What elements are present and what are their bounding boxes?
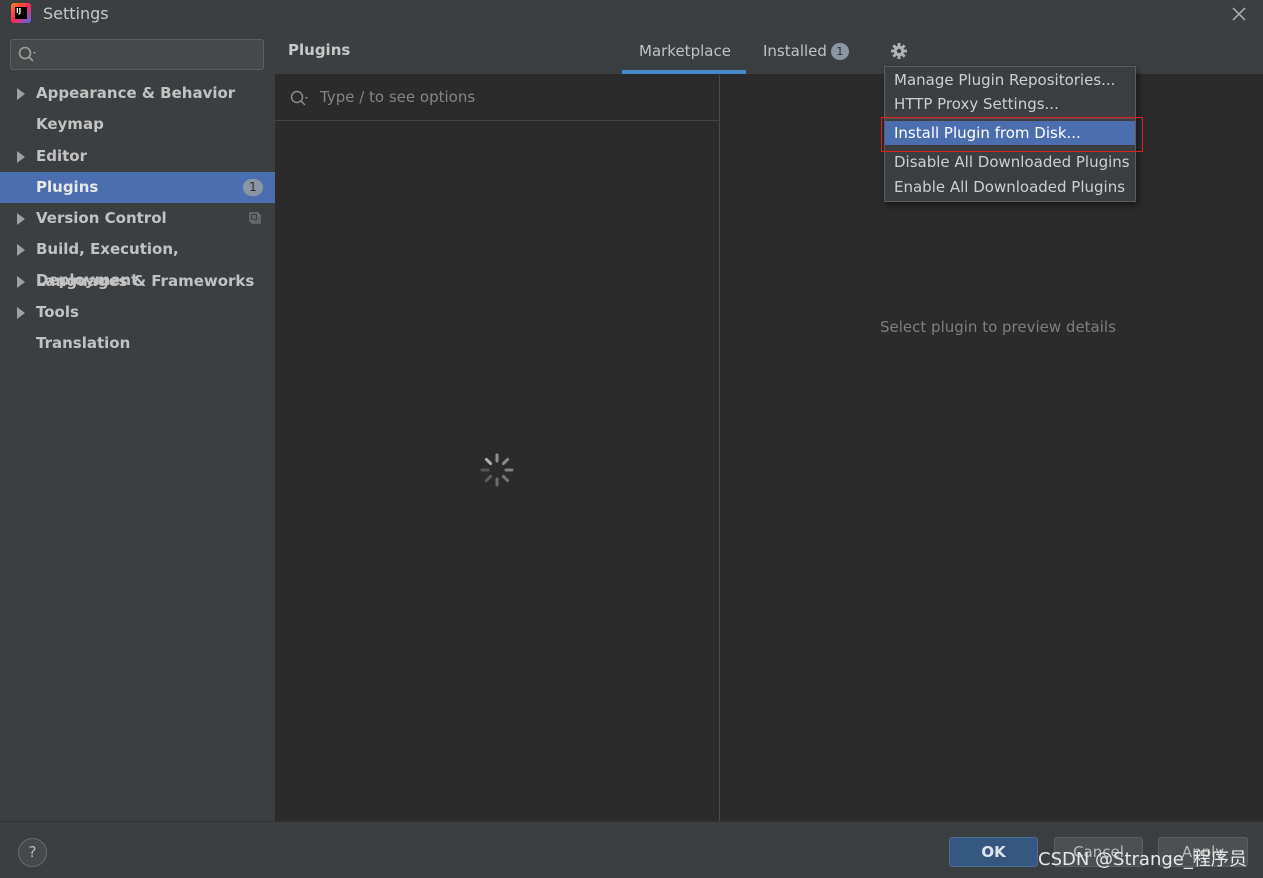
sidebar-item-translation[interactable]: Translation [0, 328, 275, 359]
sidebar-item-label: Editor [36, 146, 87, 165]
sidebar-item-tools[interactable]: Tools [0, 297, 275, 328]
settings-search-input[interactable] [10, 39, 264, 70]
ok-button[interactable]: OK [949, 837, 1038, 867]
sidebar-item-label: Appearance & Behavior [36, 84, 236, 102]
sidebar-item-version-control[interactable]: Version Control [0, 203, 275, 234]
expand-arrow-icon[interactable] [17, 275, 25, 288]
sidebar-item-label: Version Control [36, 209, 167, 228]
search-icon [290, 90, 308, 106]
menu-item-disable-all-downloaded[interactable]: Disable All Downloaded Plugins [885, 150, 1135, 174]
menu-item-manage-repositories[interactable]: Manage Plugin Repositories... [885, 68, 1135, 92]
sidebar-item-keymap[interactable]: Keymap [0, 109, 275, 140]
expand-arrow-icon[interactable] [17, 88, 25, 100]
sidebar-item-build-execution-deployment[interactable]: Build, Execution, Deployment [0, 234, 275, 289]
window-title: Settings [43, 4, 109, 23]
gear-icon[interactable] [890, 42, 908, 60]
active-tab-indicator [622, 70, 746, 74]
menu-item-http-proxy-settings[interactable]: HTTP Proxy Settings... [885, 92, 1135, 116]
search-placeholder: Type / to see options [320, 88, 476, 106]
app-icon-text: IJ [15, 7, 27, 19]
sidebar-item-label: Keymap [36, 115, 104, 134]
plugin-search-input[interactable]: Type / to see options [275, 75, 720, 121]
sidebar-item-appearance-behavior[interactable]: Appearance & Behavior [0, 78, 275, 109]
tab-installed[interactable]: Installed 1 [763, 42, 849, 60]
loading-spinner-icon [480, 453, 514, 487]
details-placeholder-text: Select plugin to preview details [880, 318, 1116, 336]
sidebar-item-plugins[interactable]: Plugins 1 [0, 171, 275, 204]
project-scope-icon [249, 212, 261, 224]
sidebar-item-label: Plugins [36, 177, 99, 196]
watermark-text: CSDN @Strange_程序员 [1038, 849, 1247, 870]
sidebar-item-label: Languages & Frameworks [36, 271, 255, 290]
expand-arrow-icon[interactable] [17, 213, 25, 226]
sidebar-item-languages-frameworks[interactable]: Languages & Frameworks [0, 266, 275, 297]
tab-marketplace[interactable]: Marketplace [639, 42, 731, 60]
sidebar-item-label: Tools [36, 303, 79, 322]
sidebar-item-label: Translation [36, 334, 131, 353]
expand-arrow-icon[interactable] [17, 307, 25, 320]
tab-label: Installed [763, 42, 827, 60]
plugin-list-pane: Type / to see options [275, 75, 720, 821]
title-bar: IJ Settings [0, 0, 1263, 30]
annotation-highlight-box [881, 117, 1143, 152]
expand-arrow-icon[interactable] [17, 150, 25, 163]
page-title: Plugins [288, 41, 351, 59]
settings-nav-list: Appearance & Behavior Keymap Editor Plug… [0, 78, 275, 360]
intellij-logo-icon: IJ [11, 3, 31, 23]
help-button[interactable]: ? [18, 838, 47, 867]
sidebar-item-editor[interactable]: Editor [0, 141, 275, 172]
close-window-button[interactable] [1227, 2, 1251, 26]
settings-sidebar: Appearance & Behavior Keymap Editor Plug… [0, 30, 275, 821]
close-icon [1232, 7, 1246, 21]
plugins-update-badge: 1 [243, 178, 263, 196]
dialog-button-bar: ? OK Cancel Apply CSDN @Strange_程序员 [0, 821, 1263, 878]
search-icon [18, 46, 36, 62]
expand-arrow-icon[interactable] [17, 244, 25, 257]
installed-count-badge: 1 [830, 43, 849, 60]
menu-item-enable-all-downloaded[interactable]: Enable All Downloaded Plugins [885, 175, 1135, 199]
